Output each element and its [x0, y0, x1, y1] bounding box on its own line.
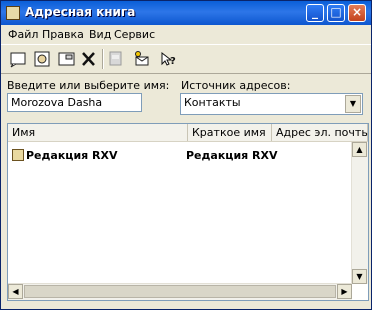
send-mail-icon[interactable]: [131, 49, 153, 69]
menu-service[interactable]: Сервис: [114, 28, 155, 41]
address-book-window: Адресная книга _ □ × Файл Правка Вид Сер…: [0, 0, 372, 310]
contacts-list[interactable]: Имя Краткое имя Адрес эл. почты Редакция…: [7, 123, 369, 301]
menu-bar: Файл Правка Вид Сервис: [1, 25, 371, 43]
menu-file[interactable]: Файл: [8, 28, 38, 41]
column-name-header[interactable]: Имя: [8, 124, 188, 141]
source-select[interactable]: Контакты ▼: [180, 93, 363, 115]
delete-icon[interactable]: [78, 49, 100, 69]
list-header: Имя Краткое имя Адрес эл. почты: [8, 124, 368, 142]
menu-edit[interactable]: Правка: [42, 28, 84, 41]
source-select-value: Контакты: [184, 96, 241, 109]
title-bar[interactable]: Адресная книга _ □ ×: [1, 1, 371, 25]
toolbar-separator: [102, 49, 104, 69]
scroll-left-icon[interactable]: ◀: [8, 284, 23, 299]
row-short-name: Редакция RXV: [186, 149, 278, 162]
column-short-name-header[interactable]: Краткое имя: [188, 124, 272, 141]
vertical-scrollbar[interactable]: ▲ ▼: [351, 142, 368, 284]
toolbar: ?: [1, 44, 371, 74]
help-icon[interactable]: ?: [158, 49, 180, 69]
source-label: Источник адресов:: [181, 79, 291, 92]
horizontal-scroll-thumb[interactable]: [24, 285, 336, 298]
open-icon[interactable]: [56, 49, 78, 69]
maximize-button[interactable]: □: [327, 4, 345, 22]
address-book-icon: [6, 6, 20, 20]
scroll-right-icon[interactable]: ▶: [337, 284, 352, 299]
svg-text:?: ?: [170, 56, 176, 67]
scroll-down-icon[interactable]: ▼: [352, 269, 367, 284]
column-email-header[interactable]: Адрес эл. почты: [272, 124, 368, 141]
new-card-icon[interactable]: [7, 49, 29, 69]
print-icon[interactable]: [105, 49, 127, 69]
row-name: Редакция RXV: [26, 149, 118, 162]
properties-icon[interactable]: [32, 49, 54, 69]
minimize-button[interactable]: _: [306, 4, 324, 22]
contact-card-icon: [12, 149, 24, 161]
close-button[interactable]: ×: [348, 4, 366, 22]
horizontal-scrollbar[interactable]: ◀ ▶: [8, 283, 352, 300]
name-input[interactable]: Morozova Dasha: [7, 93, 142, 112]
scroll-up-icon[interactable]: ▲: [352, 142, 367, 157]
menu-view[interactable]: Вид: [89, 28, 111, 41]
name-label: Введите или выберите имя:: [7, 79, 170, 92]
dropdown-arrow-icon[interactable]: ▼: [345, 95, 361, 113]
table-row[interactable]: Редакция RXV Редакция RXV: [10, 148, 350, 163]
window-title: Адресная книга: [25, 5, 136, 19]
